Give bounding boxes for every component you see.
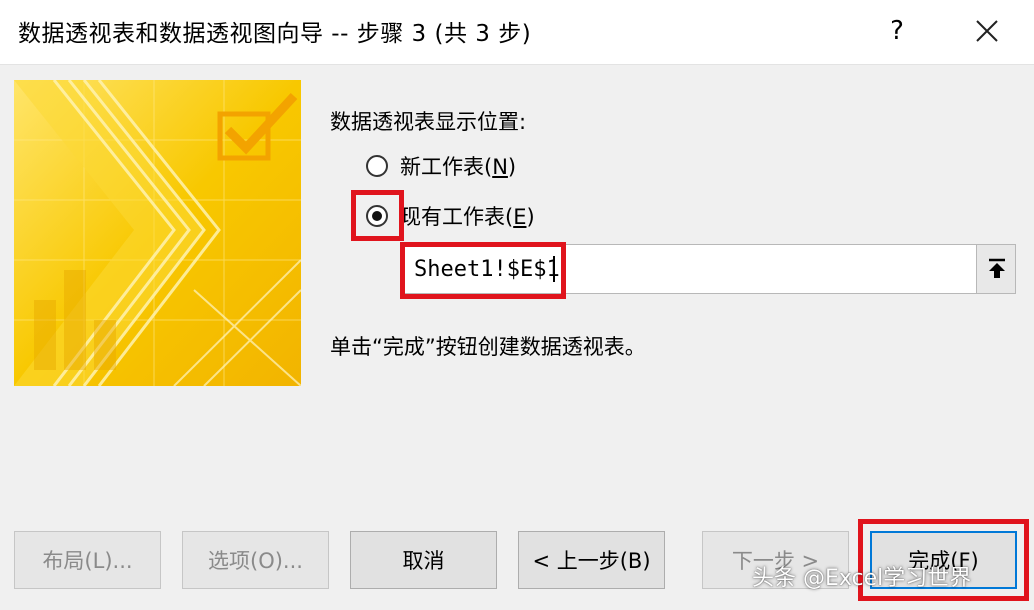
cancel-button[interactable]: 取消 xyxy=(350,531,497,589)
close-button[interactable] xyxy=(962,6,1012,56)
dialog-title: 数据透视表和数据透视图向导 -- 步骤 3 (共 3 步) xyxy=(18,21,532,47)
help-button[interactable]: ? xyxy=(872,6,922,56)
layout-button[interactable]: 布局(L)... xyxy=(14,531,161,589)
radio-label-existing-worksheet: 现有工作表(E) xyxy=(400,205,535,229)
finish-instructions: 单击“完成”按钮创建数据透视表。 xyxy=(330,335,646,359)
options-button[interactable]: 选项(O)... xyxy=(182,531,329,589)
title-divider xyxy=(0,64,1034,65)
radio-button-new-worksheet[interactable] xyxy=(366,155,388,177)
radio-existing-worksheet[interactable]: 现有工作表(E) xyxy=(366,199,535,233)
radio-label-new-worksheet: 新工作表(N) xyxy=(400,155,517,179)
radio-button-existing-worksheet[interactable] xyxy=(366,205,388,227)
back-button[interactable]: < 上一步(B) xyxy=(518,531,665,589)
text-caret xyxy=(553,256,555,282)
wizard-art-icon xyxy=(14,80,301,386)
collapse-dialog-button[interactable] xyxy=(976,244,1016,294)
location-input[interactable] xyxy=(403,244,977,294)
upload-arrow-icon xyxy=(989,258,1005,278)
radio-new-worksheet[interactable]: 新工作表(N) xyxy=(366,149,516,183)
wizard-illustration xyxy=(14,80,301,386)
next-button[interactable]: 下一步 > xyxy=(702,531,849,589)
placement-section-label: 数据透视表显示位置: xyxy=(330,110,527,134)
close-icon xyxy=(976,20,998,42)
finish-button[interactable]: 完成(F) xyxy=(870,531,1017,589)
title-bar: 数据透视表和数据透视图向导 -- 步骤 3 (共 3 步) ? xyxy=(0,0,1034,64)
